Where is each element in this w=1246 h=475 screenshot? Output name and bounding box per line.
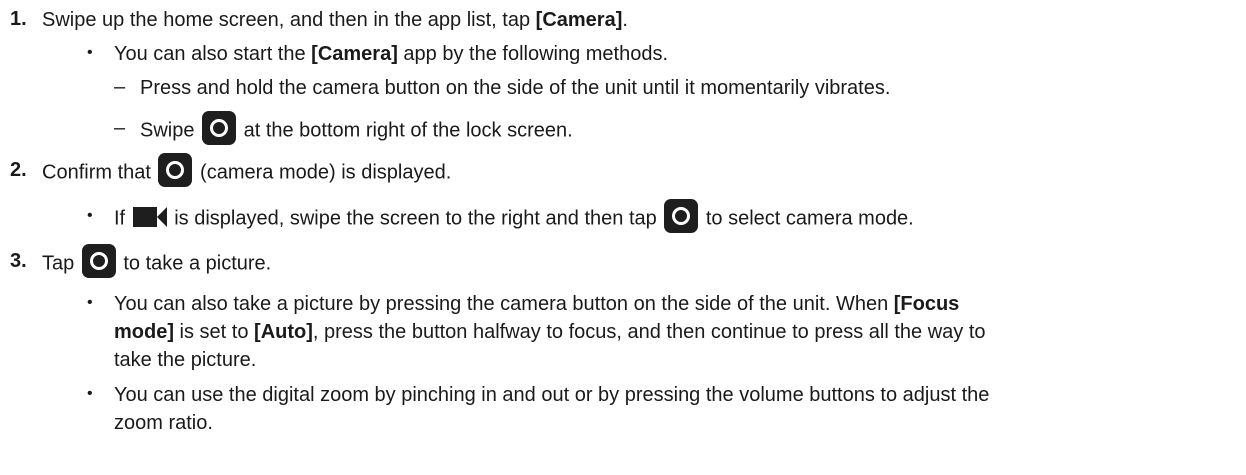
step-1-dash-2-after: at the bottom right of the lock screen. [238, 119, 573, 142]
step-1-bullet-after: app by the following methods. [397, 43, 669, 65]
step-1-bullet: You can also start the [Camera] app by t… [114, 42, 668, 66]
step-3-bullet-1-bold: [Focus [893, 293, 960, 315]
step-1-text-before: Swipe up the home screen, and then in th… [42, 9, 536, 31]
step-1-text: Swipe up the home screen, and then in th… [42, 8, 628, 32]
step-1-bold: [Camera] [535, 9, 623, 31]
step-3-text: Tap to take a picture. [42, 244, 272, 278]
step-2-text-after: (camera mode) is displayed. [194, 161, 452, 184]
step-2-text: Confirm that (camera mode) is displayed. [42, 153, 452, 187]
step-3-bullet-2-line-1: You can use the digital zoom by pinching… [114, 384, 990, 406]
step-3-number: 3. [10, 250, 27, 272]
bullet-glyph: • [87, 385, 93, 402]
video-camera-icon [132, 207, 167, 227]
step-3-bullet-1-before: You can also take a picture by pressing … [114, 293, 894, 315]
bullet-glyph: • [87, 44, 93, 61]
step-1-text-after: . [622, 9, 628, 31]
dash-glyph: – [114, 76, 126, 98]
bullet-glyph: • [87, 207, 93, 224]
step-3-bullet-1-bold-3: [Auto] [254, 321, 313, 343]
step-2-bullet: If is displayed, swipe the screen to the… [114, 199, 914, 233]
dash-glyph: – [114, 117, 126, 139]
step-2-bullet-after: to select camera mode. [700, 207, 914, 230]
camera-shutter-icon [158, 153, 193, 187]
step-2-bullet-before: If [114, 207, 131, 230]
step-2-bullet-middle: is displayed, swipe the screen to the ri… [168, 207, 663, 230]
step-1-bullet-before: You can also start the [114, 43, 312, 65]
camera-shutter-icon [664, 199, 699, 233]
step-3-bullet-1-line-1: You can also take a picture by pressing … [114, 292, 959, 316]
step-2-number: 2. [10, 159, 27, 181]
step-2-text-before: Confirm that [42, 161, 157, 184]
camera-shutter-icon [202, 111, 237, 145]
step-1-dash-2-before: Swipe [140, 119, 201, 142]
step-3-bullet-1-bold-2: mode] [114, 321, 174, 343]
step-3-text-after: to take a picture. [117, 252, 272, 275]
step-3-bullet-1-mid: is set to [174, 321, 255, 343]
step-3-bullet-1-line-2: mode] is set to [Auto], press the button… [114, 320, 986, 344]
camera-shutter-icon [81, 244, 116, 278]
step-3-bullet-1-after: , press the button halfway to focus, and… [312, 321, 986, 343]
step-3-bullet-2-line-2: zoom ratio. [114, 412, 213, 434]
step-1-dash-1: Press and hold the camera button on the … [140, 77, 891, 99]
step-1-dash-2: Swipe at the bottom right of the lock sc… [140, 111, 573, 145]
step-1-bullet-bold: [Camera] [311, 43, 398, 65]
step-1-number: 1. [10, 8, 27, 30]
step-3-bullet-1-line-3: take the picture. [114, 349, 257, 371]
step-3-text-before: Tap [42, 252, 80, 275]
bullet-glyph: • [87, 294, 93, 311]
